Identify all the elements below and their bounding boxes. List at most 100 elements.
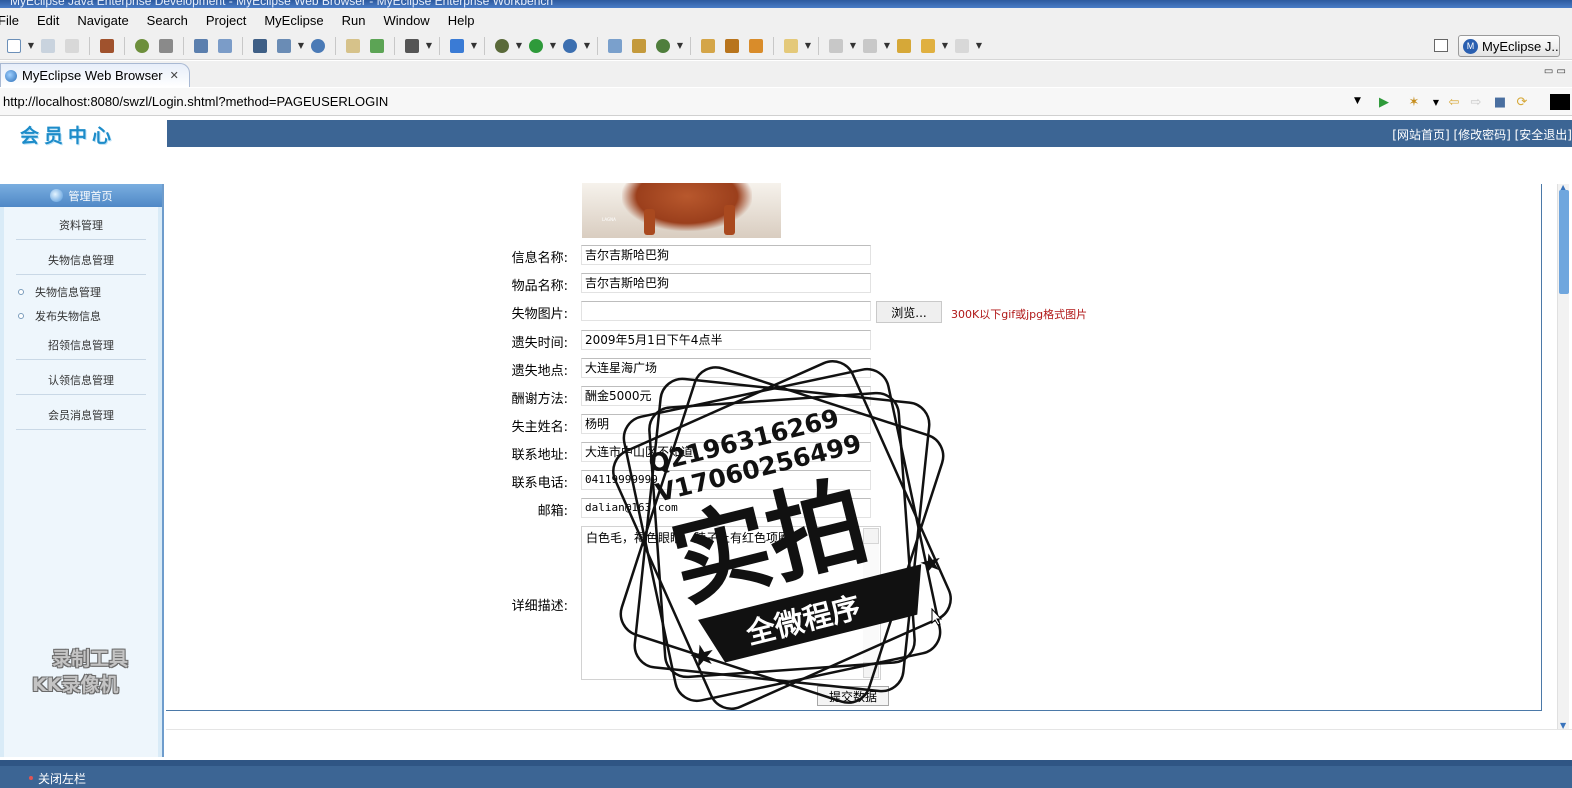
url-history-dropdown[interactable]: ▼: [1354, 96, 1361, 106]
sidebar-item-found-info[interactable]: 招领信息管理: [16, 337, 146, 360]
go-icon[interactable]: ▶: [1376, 94, 1392, 110]
debug-button[interactable]: [491, 36, 513, 56]
new-class-dropdown[interactable]: ▼: [469, 36, 479, 56]
web-browser-button[interactable]: [307, 36, 329, 56]
open-resource-button[interactable]: [366, 36, 388, 56]
refresh-dropdown[interactable]: ▼: [675, 36, 685, 56]
url-input[interactable]: http://localhost:8080/swzl/Login.shtml?m…: [3, 94, 388, 109]
refresh-button[interactable]: [652, 36, 674, 56]
task-button[interactable]: [745, 36, 767, 56]
browser-forward-icon[interactable]: ⇨: [1468, 94, 1484, 110]
new-package-button[interactable]: [628, 36, 650, 56]
pin-button[interactable]: [721, 36, 743, 56]
minimize-maximize-icon[interactable]: ▭ ▭: [1544, 66, 1566, 77]
browser-back-icon[interactable]: ⇦: [1446, 94, 1462, 110]
owner-name-field[interactable]: 杨明: [581, 414, 871, 434]
item-name-field[interactable]: 吉尔吉斯哈巴狗: [581, 273, 871, 293]
top-links[interactable]: [网站首页] [修改密码] [安全退出]: [1392, 126, 1572, 143]
menu-window[interactable]: Window: [374, 13, 438, 28]
lost-time-field[interactable]: 2009年5月1日下午4点半: [581, 330, 871, 350]
new-class-button[interactable]: [446, 36, 468, 56]
new-dropdown[interactable]: ▼: [26, 36, 36, 56]
textarea-scroll-up-icon[interactable]: [863, 528, 879, 544]
debug-dropdown[interactable]: ▼: [514, 36, 524, 56]
server-config-icon: [277, 38, 291, 53]
database-button[interactable]: [155, 36, 177, 56]
back-arrow-icon: [921, 38, 935, 53]
server-dropdown[interactable]: ▼: [296, 36, 306, 56]
external-tools-button[interactable]: [559, 36, 581, 56]
close-icon[interactable]: ✕: [170, 69, 179, 82]
left-sidebar: 管理首页 资料管理 失物信息管理 失物信息管理 发布失物信息 招领信息管理 认领…: [0, 184, 164, 757]
search-icon: [784, 38, 798, 53]
email-field[interactable]: dalian@163.com: [581, 498, 871, 518]
last-edit-button[interactable]: [893, 36, 915, 56]
vertical-scrollbar[interactable]: ▲ ▼: [1557, 183, 1569, 730]
server-button[interactable]: [131, 36, 153, 56]
reward-field[interactable]: 酬金5000元: [581, 386, 871, 406]
external-tools-dropdown[interactable]: ▼: [582, 36, 592, 56]
save-button[interactable]: [37, 36, 59, 56]
browser-refresh-icon[interactable]: ⟳: [1514, 94, 1530, 110]
image-path-field[interactable]: [581, 301, 871, 321]
sidebar-item-profile[interactable]: 资料管理: [16, 217, 146, 240]
submit-button[interactable]: 提交数据: [817, 686, 889, 706]
sidebar-subitem-lost-manage[interactable]: 失物信息管理: [18, 284, 101, 300]
menu-search[interactable]: Search: [138, 13, 197, 28]
sidebar-subitem-publish-lost[interactable]: 发布失物信息: [18, 308, 101, 324]
phone-field[interactable]: 04119999999: [581, 470, 871, 490]
menu-help[interactable]: Help: [439, 13, 484, 28]
scrollbar-thumb[interactable]: [1559, 190, 1569, 294]
menu-myeclipse[interactable]: MyEclipse: [255, 13, 332, 28]
favorites-dropdown[interactable]: ▼: [1428, 94, 1444, 110]
stop-icon[interactable]: ■: [1492, 94, 1508, 110]
open-type-button[interactable]: [342, 36, 364, 56]
browser-options-icon[interactable]: [1550, 94, 1570, 110]
textarea-scroll-down-icon[interactable]: [863, 662, 879, 678]
run-button[interactable]: [525, 36, 547, 56]
favorites-icon[interactable]: ✶: [1406, 94, 1422, 110]
deploy-button[interactable]: [190, 36, 212, 56]
menu-navigate[interactable]: Navigate: [68, 13, 137, 28]
forward-dropdown[interactable]: ▼: [974, 36, 984, 56]
sidebar-header[interactable]: 管理首页: [0, 184, 162, 207]
prev-annotation-dropdown[interactable]: ▼: [882, 36, 892, 56]
close-left-pane-link[interactable]: 关闭左栏: [38, 770, 86, 787]
prev-annotation-button[interactable]: [859, 36, 881, 56]
new-wizard-button[interactable]: [3, 36, 25, 56]
package-button[interactable]: [96, 36, 118, 56]
menu-project[interactable]: Project: [197, 13, 255, 28]
next-annotation-button[interactable]: [825, 36, 847, 56]
search-button[interactable]: [780, 36, 802, 56]
info-name-field[interactable]: 吉尔吉斯哈巴狗: [581, 245, 871, 265]
search-dropdown[interactable]: ▼: [803, 36, 813, 56]
menu-run[interactable]: Run: [333, 13, 375, 28]
menu-file[interactable]: File: [0, 13, 28, 28]
sidebar-item-lost-info[interactable]: 失物信息管理: [16, 252, 146, 275]
description-textarea[interactable]: 白色毛，褐色眼睛，脖子上有红色项圈.: [581, 526, 881, 680]
bullet-icon: [18, 289, 24, 295]
browse-button[interactable]: 浏览...: [876, 301, 942, 323]
server-start-button[interactable]: [249, 36, 271, 56]
next-annotation-dropdown[interactable]: ▼: [848, 36, 858, 56]
sidebar-item-member-messages[interactable]: 会员消息管理: [16, 407, 146, 430]
contact-address-field[interactable]: 大连市中山区不知道: [581, 442, 871, 462]
lost-place-field[interactable]: 大连星海广场: [581, 358, 871, 378]
perspective-switcher[interactable]: M MyEclipse J...: [1458, 35, 1560, 57]
server-config-button[interactable]: [273, 36, 295, 56]
open-folder-button[interactable]: [697, 36, 719, 56]
forward-button[interactable]: [951, 36, 973, 56]
sidebar-item-claim-info[interactable]: 认领信息管理: [16, 372, 146, 395]
new-project-button[interactable]: [604, 36, 626, 56]
run-dropdown[interactable]: ▼: [548, 36, 558, 56]
textarea-scrollbar[interactable]: [863, 528, 879, 678]
back-button[interactable]: [917, 36, 939, 56]
print-button[interactable]: [61, 36, 83, 56]
back-dropdown[interactable]: ▼: [940, 36, 950, 56]
undeploy-button[interactable]: [214, 36, 236, 56]
screenshot-dropdown[interactable]: ▼: [424, 36, 434, 56]
tab-web-browser[interactable]: MyEclipse Web Browser ✕: [0, 63, 190, 87]
screenshot-button[interactable]: [401, 36, 423, 56]
open-perspective-icon[interactable]: [1434, 39, 1448, 52]
menu-edit[interactable]: Edit: [28, 13, 68, 28]
